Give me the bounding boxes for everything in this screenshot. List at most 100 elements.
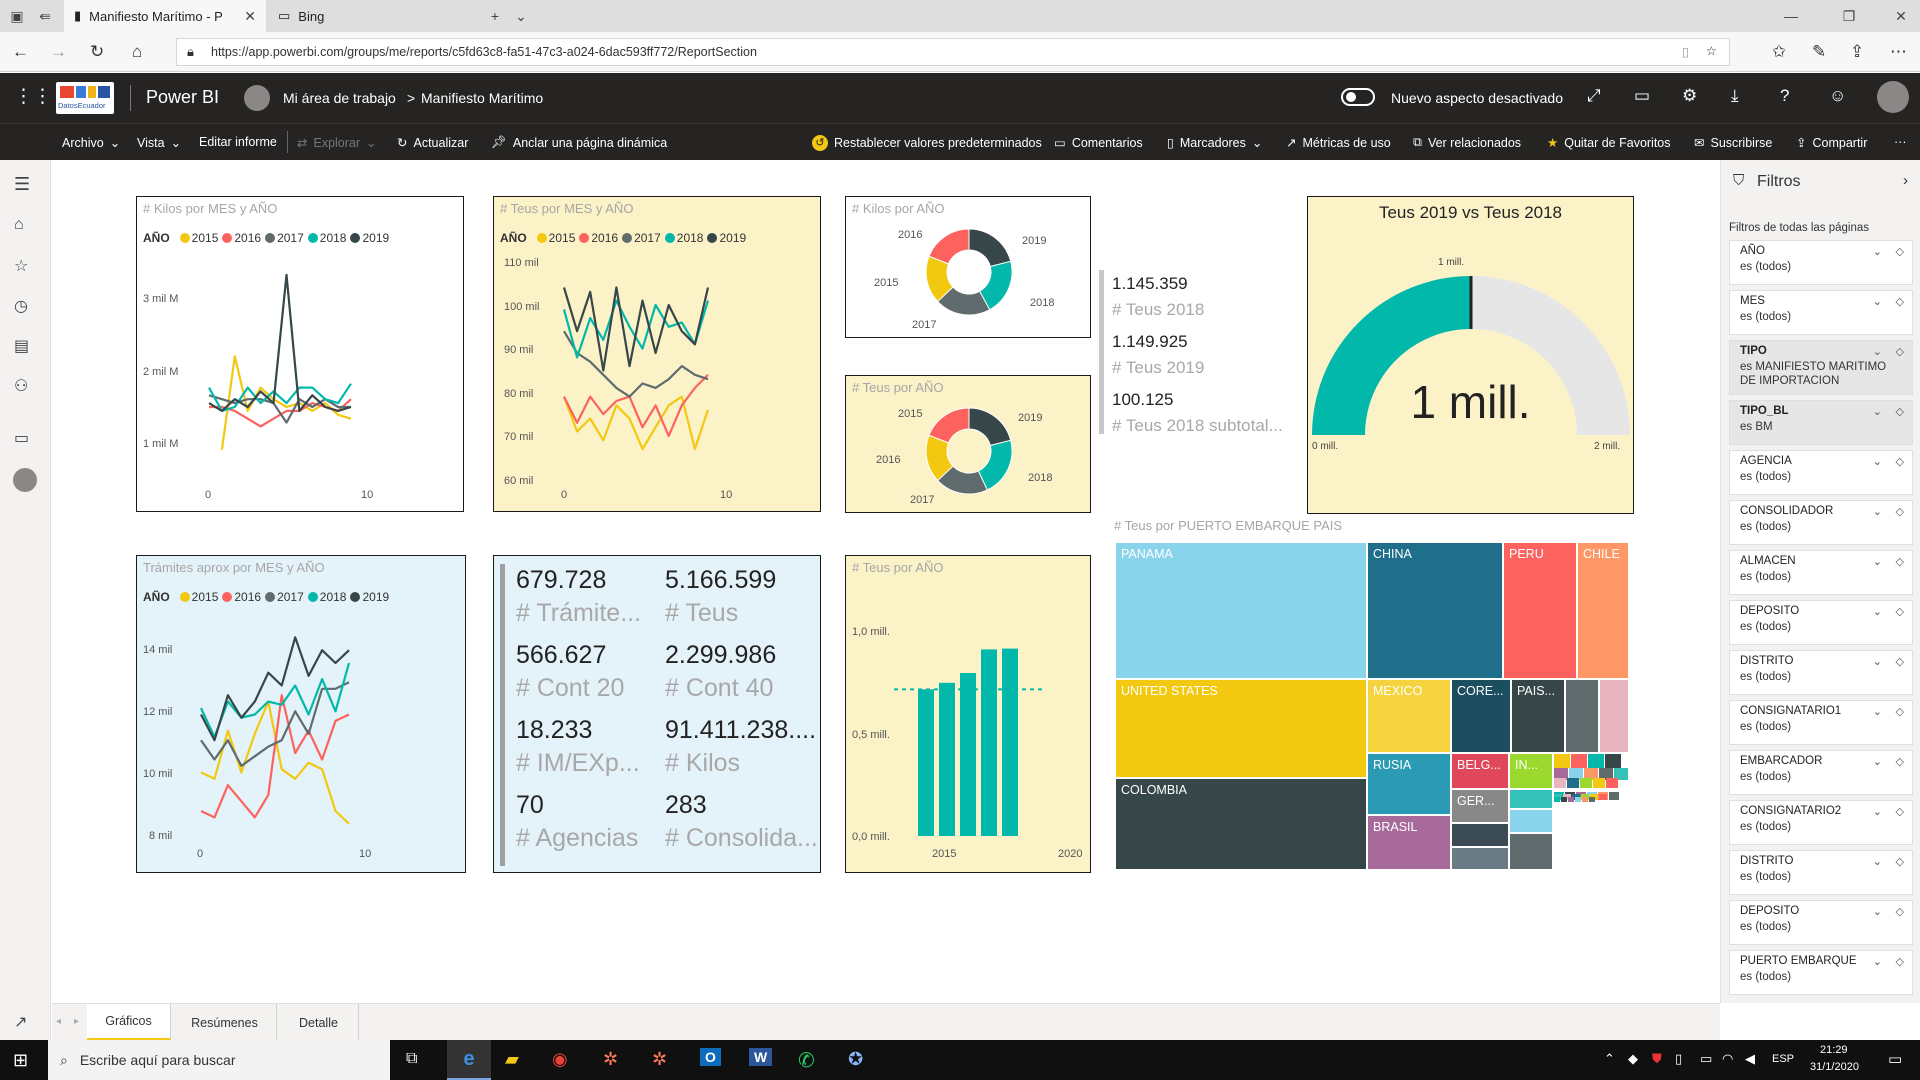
teus-bar-chart[interactable]: # Teus por AÑO 1,0 mill. 0,5 mill. 0,0 m… — [845, 555, 1091, 873]
eraser-icon[interactable]: ◇ — [1896, 855, 1904, 868]
usage-metrics-button[interactable]: ↗ Métricas de uso — [1286, 135, 1391, 151]
language-indicator[interactable]: ESP — [1772, 1053, 1794, 1065]
more-icon[interactable]: ⋯ — [1890, 42, 1907, 62]
home-icon[interactable]: ⌂ — [132, 42, 142, 62]
chevron-down-icon[interactable]: ⌄ — [1873, 705, 1882, 718]
explore-button[interactable]: ⇄ Explorar ⌄ — [297, 135, 377, 151]
refresh-icon[interactable]: ↻ — [90, 42, 104, 62]
remove-favorite-button[interactable]: ★ Quitar de Favoritos — [1547, 135, 1671, 151]
menu-vista[interactable]: Vista ⌄ — [137, 135, 181, 151]
expand-icon[interactable]: ⤢ — [1587, 86, 1601, 106]
gear-icon[interactable]: ⚙ — [1682, 86, 1697, 106]
chevron-down-icon[interactable]: ⌄ — [1873, 805, 1882, 818]
reset-defaults-button[interactable]: ↺ Restablecer valores predeterminados — [812, 135, 1042, 151]
new-tab-icon[interactable]: + — [482, 5, 508, 27]
treemap-cell[interactable] — [1606, 778, 1618, 788]
treemap-cell[interactable] — [1510, 834, 1552, 869]
filter-card[interactable]: CONSIGNATARIO1 es (todos) ⌄ ◇ — [1729, 700, 1913, 745]
notifications-icon[interactable]: ▭ — [1888, 1050, 1902, 1068]
treemap-cell[interactable] — [1589, 797, 1595, 802]
eraser-icon[interactable]: ◇ — [1896, 705, 1904, 718]
eraser-icon[interactable]: ◇ — [1896, 405, 1904, 418]
expand-icon[interactable]: ↗ — [14, 1012, 27, 1032]
treemap-cell[interactable] — [1593, 778, 1605, 788]
dropbox-icon[interactable]: ◆ — [1628, 1051, 1638, 1067]
chrome-icon[interactable]: ◉ — [552, 1049, 568, 1070]
treemap-cell[interactable] — [1452, 848, 1508, 869]
eraser-icon[interactable]: ◇ — [1896, 295, 1904, 308]
treemap-cell[interactable] — [1600, 680, 1628, 752]
treemap-cell[interactable] — [1575, 797, 1581, 802]
close-icon[interactable]: ✕ — [244, 8, 256, 25]
treemap-cell[interactable] — [1599, 794, 1607, 800]
word-icon[interactable]: W — [749, 1048, 773, 1066]
treemap-cell-colombia[interactable]: COLOMBIA — [1116, 779, 1366, 869]
filter-card[interactable]: DISTRITO es (todos) ⌄ ◇ — [1729, 650, 1913, 695]
treemap-cell[interactable] — [1561, 797, 1567, 802]
pin-live-page-button[interactable]: 📌︎ Anclar una página dinámica — [491, 135, 667, 150]
filter-card[interactable]: TIPO_BL es BM ⌄ ◇ — [1729, 400, 1913, 445]
set-aside-tabs-icon[interactable]: ⇚ — [32, 5, 58, 27]
bookmarks-button[interactable]: ▯ Marcadores ⌄ — [1167, 135, 1262, 151]
treemap-cell[interactable] — [1554, 797, 1560, 802]
favorite-star-icon[interactable]: ☆ — [1706, 43, 1717, 58]
volume-icon[interactable]: ◀ — [1745, 1051, 1755, 1067]
eraser-icon[interactable]: ◇ — [1896, 755, 1904, 768]
star-icon[interactable]: ☆ — [14, 256, 28, 276]
avatar[interactable] — [13, 468, 37, 492]
chevron-down-icon[interactable]: ⌄ — [1873, 405, 1882, 418]
treemap-cell[interactable] — [1588, 754, 1604, 768]
kilos-line-chart[interactable]: # Kilos por MES y AÑO AÑO 2015 2016 2017… — [136, 196, 464, 512]
comments-button[interactable]: ▭ Comentarios — [1054, 135, 1143, 151]
hubspot-icon[interactable]: ✲ — [652, 1049, 667, 1070]
treemap-cell-in[interactable]: IN... — [1510, 754, 1552, 788]
help-icon[interactable]: ? — [1780, 86, 1789, 106]
treemap-cell-belg[interactable]: BELG... — [1452, 754, 1508, 788]
filter-card[interactable]: ALMACEN es (todos) ⌄ ◇ — [1729, 550, 1913, 595]
minimize-icon[interactable]: — — [1778, 5, 1804, 27]
next-page-icon[interactable]: ▸ — [74, 1016, 79, 1027]
home-icon[interactable]: ⌂ — [14, 216, 24, 234]
hamburger-icon[interactable]: ☰ — [14, 174, 30, 195]
clock-icon[interactable]: ◷ — [14, 296, 28, 316]
pen-icon[interactable]: ✎ — [1812, 42, 1826, 62]
clock-date[interactable]: 31/1/2020 — [1810, 1061, 1859, 1073]
chevron-down-icon[interactable]: ⌄ — [1873, 755, 1882, 768]
treemap-cell-rusia[interactable]: RUSIA — [1368, 754, 1450, 814]
breadcrumb-workspace[interactable]: Mi área de trabajo — [283, 90, 396, 106]
edit-report-button[interactable]: Editar informe — [199, 135, 277, 149]
filter-card[interactable]: MES es (todos) ⌄ ◇ — [1729, 290, 1913, 335]
filter-card[interactable]: PUERTO EMBARQUE es (todos) ⌄ ◇ — [1729, 950, 1913, 995]
wifi-icon[interactable]: ◠ — [1722, 1051, 1733, 1067]
share-icon[interactable]: ⇪ — [1850, 42, 1864, 62]
treemap-cell-mexico[interactable]: MEXICO — [1368, 680, 1450, 752]
chevron-down-icon[interactable]: ⌄ — [1873, 555, 1882, 568]
treemap-cell-panama[interactable]: PANAMA — [1116, 543, 1366, 678]
chevron-down-icon[interactable]: ⌄ — [508, 5, 534, 27]
chevron-down-icon[interactable]: ⌄ — [1873, 655, 1882, 668]
forward-icon[interactable]: → — [50, 42, 67, 62]
view-related-button[interactable]: ⧉ Ver relacionados — [1413, 135, 1521, 150]
shared-icon[interactable]: ⚇ — [14, 376, 28, 396]
eraser-icon[interactable]: ◇ — [1896, 805, 1904, 818]
treemap-cell-paises[interactable]: PAIS... — [1512, 680, 1564, 752]
eraser-icon[interactable]: ◇ — [1896, 345, 1904, 358]
treemap-cell[interactable] — [1510, 810, 1552, 832]
chevron-down-icon[interactable]: ⌄ — [1873, 855, 1882, 868]
app-name[interactable]: Power BI — [146, 87, 219, 108]
eraser-icon[interactable]: ◇ — [1896, 555, 1904, 568]
puerto-treemap[interactable]: PANAMA CHINA PERU CHILE UNITED STATES COLOMBI… — [1116, 543, 1628, 869]
outlook-icon[interactable]: O — [700, 1048, 721, 1066]
treemap-cell-peru[interactable]: PERU — [1504, 543, 1576, 678]
tab-actions-icon[interactable]: ▣ — [4, 5, 30, 27]
breadcrumb-report[interactable]: Manifiesto Marítimo — [421, 90, 543, 106]
filter-card[interactable]: DEPOSITO es (todos) ⌄ ◇ — [1729, 600, 1913, 645]
clock-time[interactable]: 21:29 — [1820, 1044, 1848, 1056]
security-icon[interactable]: ⛊ — [1652, 1051, 1662, 1067]
filter-card[interactable]: CONSIGNATARIO2 es (todos) ⌄ ◇ — [1729, 800, 1913, 845]
eraser-icon[interactable]: ◇ — [1896, 505, 1904, 518]
tab-graficos[interactable]: Gráficos — [87, 1004, 171, 1041]
eraser-icon[interactable]: ◇ — [1896, 655, 1904, 668]
task-view-icon[interactable]: ⧉ — [406, 1050, 417, 1068]
more-options-button[interactable]: ··· — [1894, 135, 1907, 149]
